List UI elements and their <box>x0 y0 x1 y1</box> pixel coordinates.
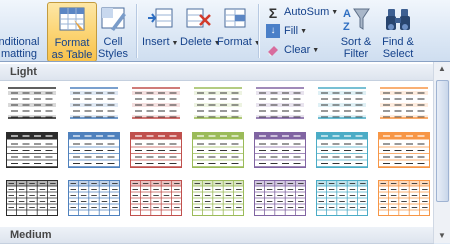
table-style-swatch[interactable] <box>68 84 120 120</box>
table-style-swatch[interactable] <box>192 132 244 168</box>
table-style-swatch[interactable] <box>68 132 120 168</box>
fill-down-icon: ↓ <box>266 24 280 38</box>
binoculars-icon <box>386 9 410 30</box>
conditional-formatting-button[interactable]: nditional matting <box>0 2 44 60</box>
table-style-swatch[interactable] <box>130 180 182 216</box>
sort-filter-button[interactable]: A Z Sort & Filter <box>336 2 376 60</box>
section-header-light: Light <box>0 64 434 81</box>
cell-styles-label: Cell Styles <box>98 36 128 60</box>
format-cells-icon <box>224 8 246 28</box>
delete-cells-icon <box>186 8 211 28</box>
format-label: Format▼ <box>217 36 261 48</box>
table-style-swatch[interactable] <box>378 180 430 216</box>
table-style-swatch[interactable] <box>316 132 368 168</box>
table-style-swatch[interactable] <box>378 84 430 120</box>
insert-label: Insert ▼ <box>142 36 179 48</box>
conditional-formatting-label: nditional matting <box>0 36 40 60</box>
group-separator <box>258 4 260 58</box>
autosum-button[interactable]: Σ AutoSum ▼ <box>266 3 338 21</box>
format-as-table-icon <box>59 7 85 31</box>
cell-styles-button[interactable]: Cell Styles <box>96 2 130 60</box>
group-separator <box>136 4 138 58</box>
scroll-up-arrow[interactable]: ▲ <box>434 62 450 76</box>
delete-button[interactable]: Delete ▼ <box>180 2 221 60</box>
find-select-label: Find & Select <box>382 36 414 60</box>
table-style-swatch[interactable] <box>316 84 368 120</box>
find-select-button[interactable]: Find & Select <box>378 2 418 60</box>
table-style-swatch[interactable] <box>130 132 182 168</box>
sort-filter-icon: A Z <box>343 8 370 33</box>
delete-label: Delete ▼ <box>180 36 221 48</box>
svg-text:Z: Z <box>343 21 350 33</box>
format-button[interactable]: Format▼ <box>217 2 261 60</box>
cell-styles-icon <box>101 7 126 31</box>
table-style-swatch[interactable] <box>130 84 182 120</box>
gallery-scrollbar[interactable]: ▲ ▼ <box>433 62 450 243</box>
format-as-table-button[interactable]: Format as Table <box>47 2 97 62</box>
scroll-down-arrow[interactable]: ▼ <box>434 229 450 243</box>
fill-button[interactable]: ↓ Fill ▼ <box>266 22 307 40</box>
table-style-swatch[interactable] <box>192 84 244 120</box>
table-style-swatch[interactable] <box>68 180 120 216</box>
sort-filter-label: Sort & Filter <box>340 36 372 60</box>
ribbon: nditional matting Format as Table Cell S… <box>0 0 450 62</box>
table-style-swatch[interactable] <box>254 180 306 216</box>
sigma-icon: Σ <box>268 5 278 21</box>
table-style-swatch[interactable] <box>378 132 430 168</box>
insert-cells-icon <box>148 8 173 28</box>
table-style-swatch[interactable] <box>254 84 306 120</box>
eraser-icon <box>266 43 280 57</box>
table-style-swatch[interactable] <box>6 180 58 216</box>
table-style-swatch[interactable] <box>254 132 306 168</box>
table-style-swatch[interactable] <box>6 132 58 168</box>
clear-button[interactable]: Clear ▼ <box>266 41 319 59</box>
svg-text:A: A <box>343 8 351 20</box>
section-header-medium: Medium <box>0 227 434 244</box>
table-style-swatch[interactable] <box>316 180 368 216</box>
table-style-gallery: Light Medium ▲ ▼ <box>0 61 450 244</box>
clear-label: Clear <box>284 44 311 56</box>
autosum-label: AutoSum <box>284 6 330 18</box>
fill-label: Fill <box>284 25 299 37</box>
table-style-swatch[interactable] <box>6 84 58 120</box>
table-style-swatch[interactable] <box>192 180 244 216</box>
insert-button[interactable]: Insert ▼ <box>142 2 178 60</box>
format-as-table-label: Format as Table <box>51 37 93 61</box>
scroll-thumb[interactable] <box>436 80 449 202</box>
